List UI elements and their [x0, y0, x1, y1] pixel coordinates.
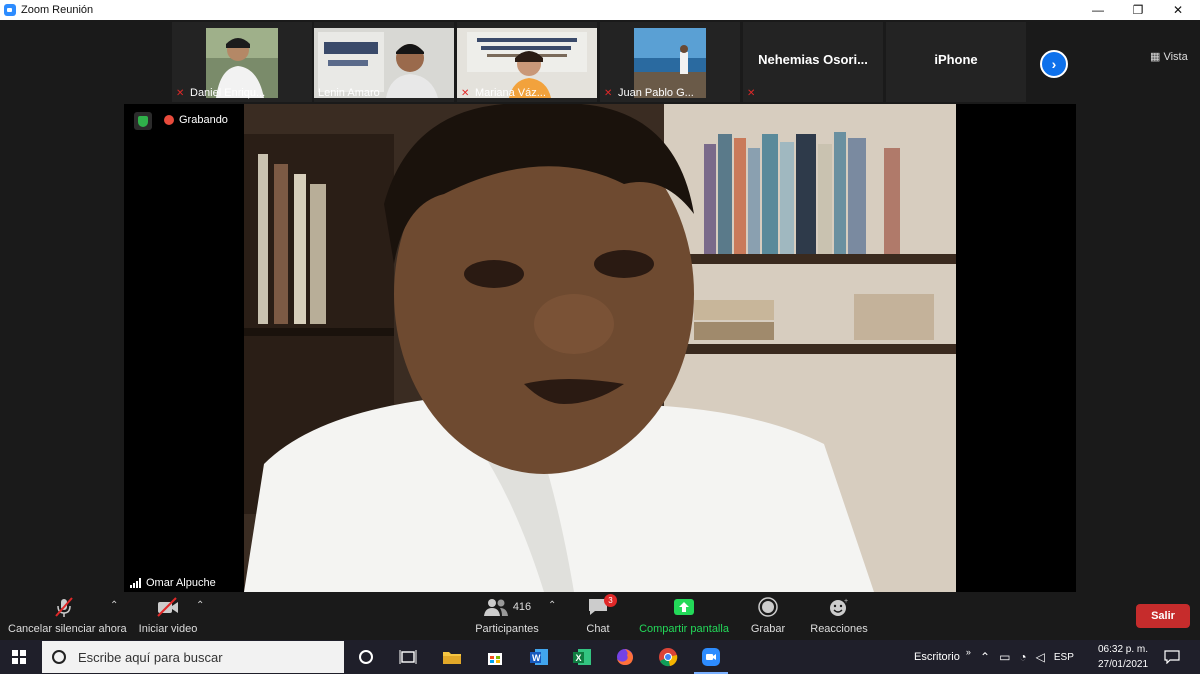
- taskbar-search-box[interactable]: Escribe aquí para buscar: [42, 641, 344, 673]
- muted-mic-icon: ✕: [747, 88, 756, 99]
- leave-meeting-button[interactable]: Salir: [1136, 604, 1190, 628]
- svg-text:W: W: [532, 653, 541, 663]
- view-label: Vista: [1163, 51, 1188, 63]
- participants-label: Participantes: [475, 623, 539, 635]
- start-video-label: Iniciar video: [138, 623, 198, 635]
- participant-tile[interactable]: ✕ Juan Pablo G...: [600, 22, 740, 102]
- meeting-controls: Cancelar silenciar ahora ⌃ Iniciar video…: [0, 592, 1200, 640]
- title-bar: Zoom Reunión — ❐ ✕: [0, 0, 1200, 20]
- mute-label: Cancelar silenciar ahora: [8, 623, 127, 635]
- excel-icon[interactable]: X: [571, 646, 593, 668]
- share-screen-button[interactable]: Compartir pantalla: [636, 596, 732, 635]
- restore-button[interactable]: ❐: [1116, 0, 1160, 20]
- participant-tile[interactable]: Nehemias Osori... ✕: [743, 22, 883, 102]
- participants-button[interactable]: 416 Participantes: [470, 596, 544, 635]
- language-indicator[interactable]: ESP: [1054, 652, 1074, 663]
- battery-icon[interactable]: ▭: [999, 650, 1010, 664]
- chat-button[interactable]: 3 Chat: [576, 594, 620, 635]
- toolbar-chevron-icon: »: [965, 647, 971, 657]
- recording-dot-icon: [164, 115, 174, 125]
- store-icon[interactable]: [484, 646, 506, 668]
- wifi-icon[interactable]: ◔: [1019, 650, 1026, 664]
- next-page-button[interactable]: ›: [1040, 50, 1068, 78]
- file-explorer-icon[interactable]: [441, 646, 463, 668]
- minimize-button[interactable]: —: [1076, 0, 1120, 20]
- participant-name: Juan Pablo G...: [618, 87, 694, 99]
- system-tray: ⌃ ▭ ◔ ◁ ESP: [980, 640, 1074, 674]
- record-icon: [746, 596, 790, 618]
- participant-name: Mariana Váz...: [475, 87, 546, 99]
- share-screen-label: Compartir pantalla: [639, 623, 729, 635]
- notifications-icon[interactable]: [1164, 640, 1180, 674]
- participant-tile[interactable]: ✕ Mariana Váz...: [457, 22, 597, 102]
- windows-start-icon[interactable]: [12, 650, 26, 664]
- record-button[interactable]: Grabar: [746, 596, 790, 635]
- firefox-icon[interactable]: [614, 646, 636, 668]
- chat-unread-badge: 3: [604, 594, 617, 607]
- active-speaker-video: [244, 104, 956, 592]
- speaker-name-tag: Omar Alpuche: [124, 574, 222, 592]
- show-hidden-icons-icon[interactable]: ⌃: [980, 650, 990, 664]
- record-label: Grabar: [750, 623, 786, 635]
- zoom-taskbar-icon[interactable]: [700, 646, 722, 668]
- zoom-app-icon: [4, 4, 16, 16]
- desktop-toolbar[interactable]: Escritorio »: [914, 640, 971, 674]
- audio-options-caret[interactable]: ⌃: [110, 600, 118, 611]
- participants-options-caret[interactable]: ⌃: [548, 600, 556, 611]
- windows-taskbar: Escribe aquí para buscar W X Escritorio …: [0, 640, 1200, 674]
- reactions-icon: +: [806, 596, 872, 618]
- participant-name: Lenin Amaro: [318, 87, 380, 99]
- window-title: Zoom Reunión: [21, 4, 94, 16]
- search-placeholder: Escribe aquí para buscar: [78, 649, 223, 665]
- signal-bars-icon: [130, 578, 141, 588]
- participants-count: 416: [512, 601, 532, 613]
- muted-mic-icon: [8, 596, 120, 618]
- reactions-button[interactable]: + Reacciones: [806, 596, 872, 635]
- participant-tile[interactable]: ✕ Daniel Enriqu...: [172, 22, 312, 102]
- clock-time: 06:32 p. m.: [1097, 644, 1149, 655]
- svg-text:X: X: [576, 653, 582, 663]
- recording-label: Grabando: [179, 114, 228, 126]
- start-video-button[interactable]: Iniciar video: [132, 596, 204, 635]
- speaker-name: Omar Alpuche: [146, 577, 216, 589]
- speaker-video-frame: [244, 104, 956, 592]
- view-button[interactable]: ▦ Vista: [1150, 50, 1188, 63]
- svg-text:+: +: [844, 598, 848, 605]
- cortana-icon[interactable]: [355, 646, 377, 668]
- zoom-window: Zoom Reunión — ❐ ✕ ✕ Daniel Enriqu... Le…: [0, 0, 1200, 674]
- participant-tile[interactable]: Lenin Amaro: [314, 22, 454, 102]
- search-icon: [52, 650, 66, 664]
- share-screen-icon: [636, 596, 732, 618]
- grid-icon: ▦: [1150, 51, 1161, 63]
- main-video-area: Grabando Omar Alpuche: [124, 104, 1076, 592]
- chrome-icon[interactable]: [657, 646, 679, 668]
- chat-label: Chat: [586, 623, 610, 635]
- participant-tile[interactable]: iPhone: [886, 22, 1026, 102]
- volume-icon[interactable]: ◁: [1036, 650, 1045, 664]
- mute-button[interactable]: Cancelar silenciar ahora: [8, 596, 127, 635]
- participant-name: iPhone: [934, 52, 978, 67]
- desktop-label: Escritorio: [914, 651, 960, 663]
- video-off-icon: [132, 596, 204, 618]
- word-icon[interactable]: W: [528, 646, 550, 668]
- taskbar-clock[interactable]: 06:32 p. m. 27/01/2021: [1092, 642, 1154, 672]
- clock-date: 27/01/2021: [1097, 659, 1149, 670]
- security-shield-icon[interactable]: [134, 112, 152, 130]
- recording-indicator: Grabando: [164, 114, 228, 126]
- video-options-caret[interactable]: ⌃: [196, 600, 204, 611]
- participant-name: Nehemias Osori...: [758, 52, 868, 67]
- chat-icon: 3: [576, 594, 620, 618]
- task-view-icon[interactable]: [397, 646, 419, 668]
- reactions-label: Reacciones: [810, 623, 868, 635]
- close-button[interactable]: ✕: [1156, 0, 1200, 20]
- participants-strip: ✕ Daniel Enriqu... Lenin Amaro ✕ Mariana…: [0, 20, 1200, 104]
- participants-icon: 416: [470, 596, 544, 618]
- participant-name: Daniel Enriqu...: [190, 87, 266, 99]
